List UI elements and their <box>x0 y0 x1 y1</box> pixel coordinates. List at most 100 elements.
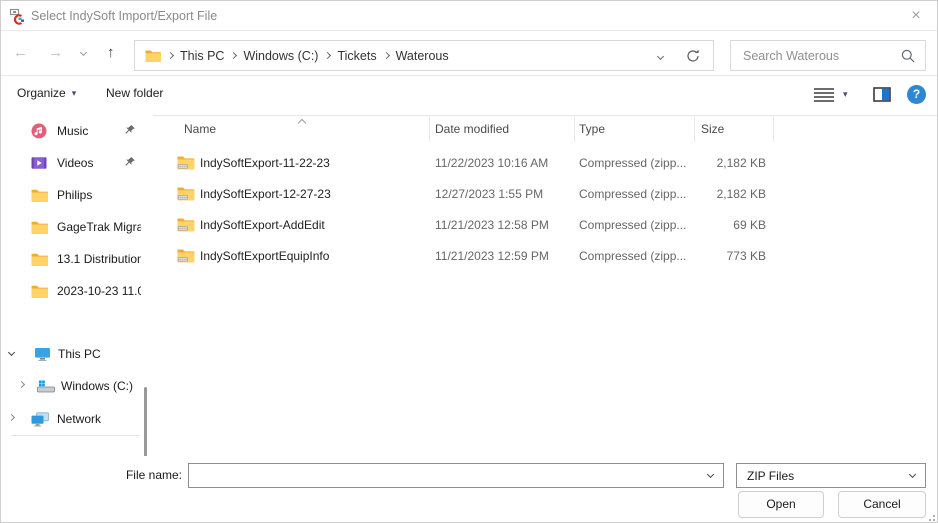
column-header-name[interactable]: Name <box>184 122 216 136</box>
folder-icon <box>31 251 49 267</box>
breadcrumb-tickets[interactable]: Tickets <box>337 49 376 63</box>
file-row[interactable]: IndySoftExport-AddEdit 11/21/2023 12:58 … <box>153 210 938 241</box>
drive-icon <box>37 378 55 394</box>
chevron-down-icon[interactable] <box>8 349 15 356</box>
column-separator[interactable] <box>574 117 575 142</box>
recent-locations-chevron-icon[interactable] <box>80 49 87 56</box>
column-header-row: Name Date modified Type Size <box>153 116 938 142</box>
file-list-panel: Name Date modified Type Size IndySoftExp… <box>153 115 938 456</box>
file-type-dropdown-chevron-icon <box>909 471 916 478</box>
chevron-right-icon[interactable] <box>18 381 25 388</box>
address-bar[interactable]: This PC Windows (C:) Tickets Waterous <box>134 40 714 71</box>
breadcrumb-this-pc[interactable]: This PC <box>180 49 224 63</box>
search-box <box>730 40 926 71</box>
organize-caret-icon: ▾ <box>72 88 77 99</box>
sidebar-item-philips[interactable]: Philips <box>1 181 153 209</box>
app-icon <box>9 8 26 25</box>
sidebar-item-label: GageTrak Migrati <box>57 220 141 234</box>
column-header-type[interactable]: Type <box>579 122 605 136</box>
sidebar-item-label: Windows (C:) <box>61 379 133 393</box>
sidebar-item-videos[interactable]: Videos <box>1 149 153 177</box>
file-type-select[interactable]: ZIP Files <box>736 463 926 488</box>
file-name: IndySoftExportEquipInfo <box>200 249 329 263</box>
file-size: 2,182 KB <box>694 187 766 201</box>
file-type: Compressed (zipp... <box>579 187 686 201</box>
network-icon <box>31 411 49 427</box>
cancel-button[interactable]: Cancel <box>838 491 926 518</box>
new-folder-button[interactable]: New folder <box>106 86 163 100</box>
file-name: IndySoftExport-11-22-23 <box>200 156 330 170</box>
file-row[interactable]: IndySoftExport-11-22-23 11/22/2023 10:16… <box>153 148 938 179</box>
file-size: 2,182 KB <box>694 156 766 170</box>
sidebar-item-label: 2023-10-23 11.01 <box>57 284 141 298</box>
forward-icon[interactable]: → <box>48 43 63 63</box>
breadcrumb-separator-icon <box>230 52 237 59</box>
column-separator[interactable] <box>429 117 430 142</box>
file-name-combo <box>188 463 724 488</box>
column-header-size[interactable]: Size <box>701 122 724 136</box>
file-row[interactable]: IndySoftExport-12-27-23 12/27/2023 1:55 … <box>153 179 938 210</box>
sidebar-item-music[interactable]: Music <box>1 117 153 145</box>
address-dropdown-chevron-icon[interactable] <box>657 53 664 60</box>
sort-ascending-icon <box>298 119 306 127</box>
resize-grip[interactable] <box>927 513 935 521</box>
organize-button[interactable]: Organize ▾ <box>17 86 76 100</box>
refresh-icon[interactable] <box>685 48 701 64</box>
video-icon <box>31 155 49 171</box>
file-date-modified: 11/21/2023 12:59 PM <box>435 249 549 263</box>
file-name-input[interactable] <box>189 464 694 487</box>
sidebar: Music Videos <box>1 115 153 456</box>
window-title: Select IndySoft Import/Export File <box>31 9 217 23</box>
sidebar-item-gagetrak-migration[interactable]: GageTrak Migrati <box>1 213 153 241</box>
folder-icon <box>31 219 49 235</box>
pin-icon <box>123 124 136 137</box>
file-date-modified: 11/22/2023 10:16 AM <box>435 156 548 170</box>
file-date-modified: 11/21/2023 12:58 PM <box>435 218 549 232</box>
sidebar-item-this-pc[interactable]: This PC <box>1 340 153 368</box>
breadcrumb-separator-icon <box>383 52 390 59</box>
file-name: IndySoftExport-AddEdit <box>200 218 325 232</box>
open-button[interactable]: Open <box>738 491 824 518</box>
file-name-dropdown-chevron-icon[interactable] <box>707 471 714 478</box>
help-button[interactable]: ? <box>907 85 926 104</box>
file-name: IndySoftExport-12-27-23 <box>200 187 331 201</box>
file-type: Compressed (zipp... <box>579 218 686 232</box>
up-icon[interactable]: ↑ <box>107 43 115 63</box>
breadcrumb-windows-c[interactable]: Windows (C:) <box>243 49 318 63</box>
file-size: 69 KB <box>694 218 766 232</box>
column-separator[interactable] <box>773 117 774 142</box>
file-date-modified: 12/27/2023 1:55 PM <box>435 187 543 201</box>
file-row[interactable]: IndySoftExportEquipInfo 11/21/2023 12:59… <box>153 241 938 272</box>
folder-icon <box>31 187 49 203</box>
file-size: 773 KB <box>694 249 766 263</box>
zip-folder-icon <box>177 217 195 232</box>
back-icon[interactable]: ← <box>13 43 28 63</box>
folder-icon <box>31 283 49 299</box>
sidebar-item-13-1-distribution[interactable]: 13.1 Distribution <box>1 245 153 273</box>
address-folder-icon <box>145 49 161 62</box>
views-list-icon[interactable] <box>814 87 834 103</box>
close-button[interactable]: × <box>899 1 933 30</box>
chevron-right-icon[interactable] <box>8 414 15 421</box>
sidebar-item-windows-c[interactable]: Windows (C:) <box>1 372 153 400</box>
sidebar-item-network[interactable]: Network <box>1 405 153 433</box>
sidebar-separator <box>11 435 139 436</box>
views-caret-icon[interactable]: ▾ <box>843 89 848 100</box>
sidebar-item-label: Music <box>57 124 88 138</box>
column-header-date-modified[interactable]: Date modified <box>435 122 509 136</box>
music-icon <box>31 123 49 139</box>
this-pc-icon <box>34 346 52 362</box>
sidebar-item-label: Philips <box>57 188 92 202</box>
search-icon[interactable] <box>901 49 915 63</box>
file-type: Compressed (zipp... <box>579 156 686 170</box>
zip-folder-icon <box>177 248 195 263</box>
search-input[interactable] <box>731 41 891 70</box>
sidebar-item-2023-10-23[interactable]: 2023-10-23 11.01 <box>1 277 153 305</box>
breadcrumb-waterous[interactable]: Waterous <box>396 49 449 63</box>
column-separator[interactable] <box>694 117 695 142</box>
file-type: Compressed (zipp... <box>579 249 686 263</box>
zip-folder-icon <box>177 186 195 201</box>
sidebar-item-label: 13.1 Distribution <box>57 252 141 266</box>
breadcrumb-separator-icon <box>167 52 174 59</box>
preview-pane-icon[interactable] <box>873 87 891 102</box>
